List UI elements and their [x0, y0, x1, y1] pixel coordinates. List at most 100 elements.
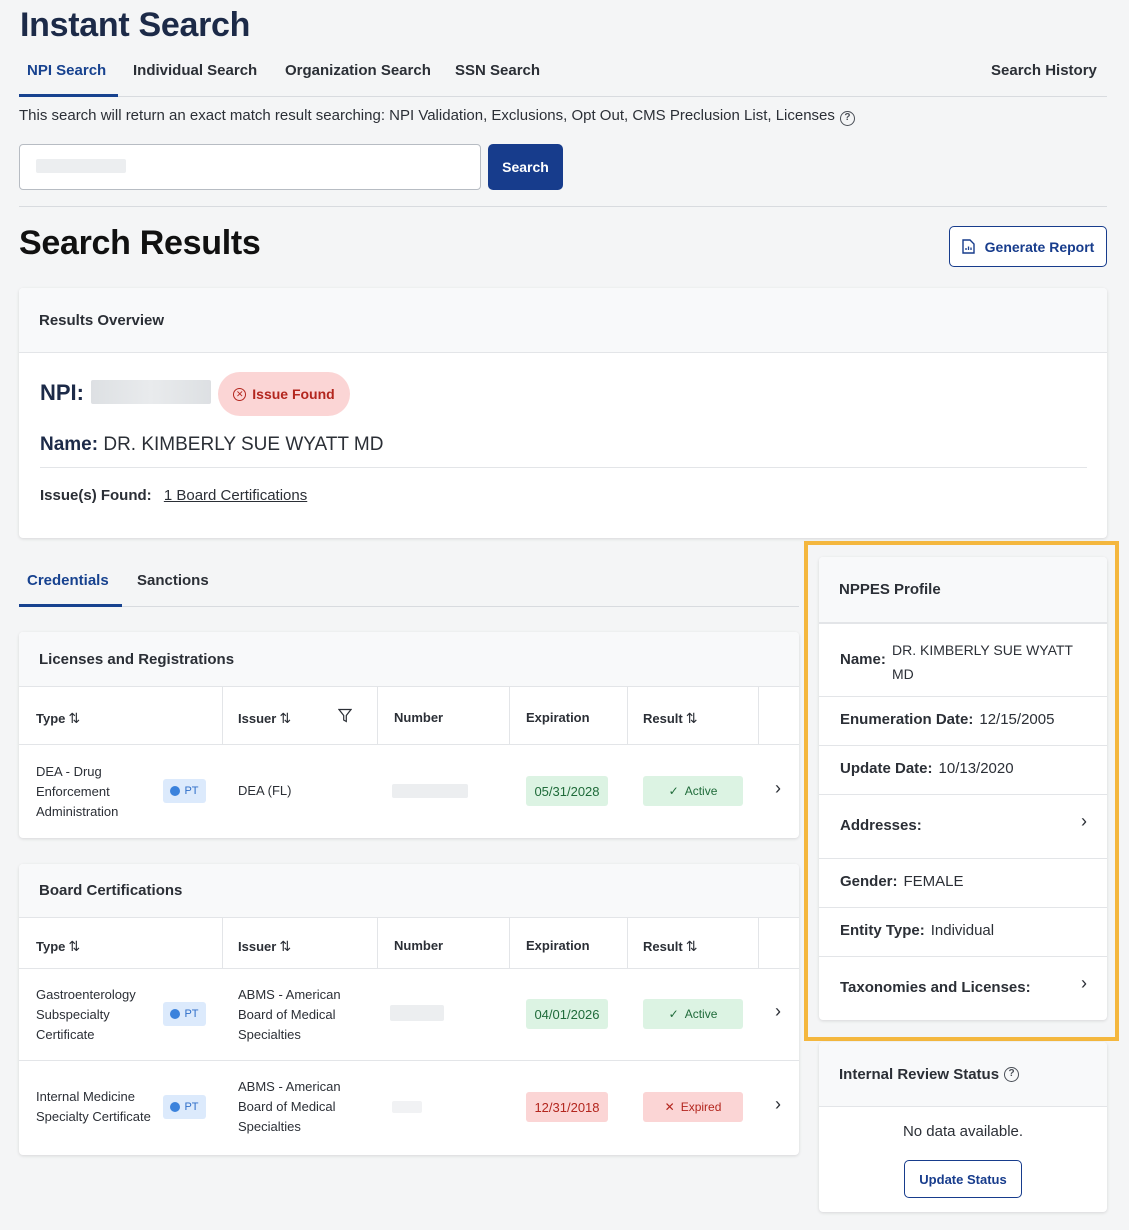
divider	[40, 467, 1087, 468]
tab-search-history[interactable]: Search History	[991, 62, 1097, 79]
board-certifications-table: Board Certifications Type ⇅ Issuer ⇅ Numbe…	[19, 864, 799, 1155]
col-divider	[377, 687, 378, 744]
taxonomies-label: Taxonomies and Licenses:	[840, 979, 1031, 996]
chevron-right-icon[interactable]: ›	[775, 778, 781, 799]
sort-icon[interactable]: ⇅	[279, 938, 291, 954]
chevron-right-icon[interactable]: ›	[775, 1094, 781, 1115]
sort-icon[interactable]: ⇅	[686, 710, 698, 726]
col-divider	[377, 918, 378, 968]
type-line: Administration	[36, 804, 119, 819]
addresses-label: Addresses:	[840, 817, 922, 834]
name-line: DR. KIMBERLY SUE WYATT	[892, 642, 1073, 658]
col-divider	[758, 687, 759, 744]
col-header-number: Number	[394, 710, 444, 725]
search-info: This search will return an exact match r…	[19, 107, 855, 126]
check-icon: ✓	[668, 784, 679, 798]
issue-found-label: Issue Found	[252, 386, 335, 402]
tab-individual-search[interactable]: Individual Search	[133, 62, 257, 79]
issuer-line: ABMS - American	[238, 1079, 341, 1094]
col-header-label: Issuer	[238, 939, 277, 954]
col-header-issuer[interactable]: Issuer ⇅	[238, 938, 291, 955]
expiration-badge: 04/01/2026	[526, 999, 608, 1029]
type-line: DEA - Drug	[36, 764, 102, 779]
col-header-type[interactable]: Type ⇅	[36, 938, 80, 955]
tab-npi-search[interactable]: NPI Search	[27, 62, 106, 79]
redacted-number	[392, 1101, 422, 1113]
col-divider	[509, 687, 510, 744]
name-value: DR. KIMBERLY SUE WYATT MD	[103, 434, 384, 455]
col-header-type[interactable]: Type ⇅	[36, 710, 80, 727]
tab-organization-search[interactable]: Organization Search	[285, 62, 431, 79]
nppes-profile-card: NPPES Profile Name: DR. KIMBERLY SUE WYA…	[819, 557, 1107, 1020]
result-badge: ✓ Active	[643, 776, 743, 806]
enumeration-value: 12/15/2005	[979, 711, 1055, 728]
sort-icon[interactable]: ⇅	[68, 938, 80, 954]
issues-found: Issue(s) Found: 1 Board Certifications	[40, 487, 307, 504]
col-header-result[interactable]: Result ⇅	[643, 938, 697, 955]
pt-icon	[170, 1009, 181, 1019]
pt-badge: PT	[163, 1095, 206, 1119]
row-divider	[19, 744, 799, 745]
nppes-update-row: Update Date: 10/13/2020	[819, 745, 1107, 794]
x-icon: ✕	[664, 1100, 675, 1114]
chevron-right-icon[interactable]: ›	[775, 1001, 781, 1022]
issuer-cell: ABMS - American Board of Medical Special…	[238, 1077, 341, 1137]
pt-badge: PT	[163, 779, 206, 803]
col-divider	[627, 918, 628, 968]
issuer-line: Board of Medical	[238, 1099, 336, 1114]
review-header: Internal Review Status?	[819, 1042, 1107, 1107]
col-divider	[758, 918, 759, 968]
entity-label: Entity Type:	[840, 922, 925, 939]
generate-report-button[interactable]: Generate Report	[949, 226, 1107, 267]
results-overview-card: Results Overview NPI: ✕ Issue Found Name…	[19, 288, 1107, 538]
issues-link[interactable]: 1 Board Certifications	[164, 487, 307, 504]
update-label: Update Date:	[840, 760, 933, 777]
result-badge: ✓ Active	[643, 999, 743, 1029]
generate-report-label: Generate Report	[984, 238, 1095, 255]
redacted-number	[390, 1005, 444, 1021]
col-divider	[222, 918, 223, 968]
entity-value: Individual	[930, 922, 995, 939]
help-icon[interactable]: ?	[839, 111, 855, 126]
nppes-taxonomies-row[interactable]: Taxonomies and Licenses: ›	[819, 956, 1107, 1020]
help-icon[interactable]: ?	[1004, 1066, 1020, 1082]
col-divider	[627, 687, 628, 744]
col-header-label: Issuer	[238, 711, 277, 726]
col-header-result[interactable]: Result ⇅	[643, 710, 697, 727]
chevron-right-icon[interactable]: ›	[1081, 811, 1087, 832]
nppes-addresses-row[interactable]: Addresses: ›	[819, 794, 1107, 858]
update-value: 10/13/2020	[938, 760, 1014, 777]
page-title: Instant Search	[20, 6, 251, 44]
enumeration-label: Enumeration Date:	[840, 711, 974, 728]
board-header: Board Certifications	[19, 864, 799, 918]
issue-found-badge: ✕ Issue Found	[218, 372, 350, 416]
licenses-header: Licenses and Registrations	[19, 632, 799, 687]
type-line: Specialty Certificate	[36, 1109, 151, 1124]
filter-icon[interactable]	[338, 708, 352, 723]
name-line: MD	[892, 666, 914, 682]
nppes-entity-row: Entity Type: Individual	[819, 907, 1107, 956]
tab-credentials[interactable]: Credentials	[27, 572, 109, 589]
sort-icon[interactable]: ⇅	[686, 938, 698, 954]
update-status-button[interactable]: Update Status	[904, 1160, 1022, 1198]
type-line: Internal Medicine	[36, 1089, 135, 1104]
nppes-header: NPPES Profile	[819, 557, 1107, 623]
sort-icon[interactable]: ⇅	[68, 710, 80, 726]
pt-label: PT	[184, 1008, 199, 1020]
col-header-expiration: Expiration	[526, 710, 590, 725]
search-button[interactable]: Search	[488, 144, 563, 190]
col-header-label: Result	[643, 711, 683, 726]
tab-sanctions[interactable]: Sanctions	[137, 572, 209, 589]
results-overview-header: Results Overview	[19, 288, 1107, 353]
col-header-issuer[interactable]: Issuer ⇅	[238, 710, 291, 727]
active-tab-indicator	[19, 604, 122, 607]
detail-tabs: Credentials Sanctions	[19, 566, 799, 607]
sort-icon[interactable]: ⇅	[279, 710, 291, 726]
licenses-table: Licenses and Registrations Type ⇅ Issuer ⇅…	[19, 632, 799, 838]
search-input[interactable]	[19, 144, 481, 190]
pt-badge: PT	[163, 1002, 206, 1026]
tab-ssn-search[interactable]: SSN Search	[455, 62, 540, 79]
issuer-line: Board of Medical	[238, 1007, 336, 1022]
result-badge: ✕ Expired	[643, 1092, 743, 1122]
chevron-right-icon[interactable]: ›	[1081, 973, 1087, 994]
